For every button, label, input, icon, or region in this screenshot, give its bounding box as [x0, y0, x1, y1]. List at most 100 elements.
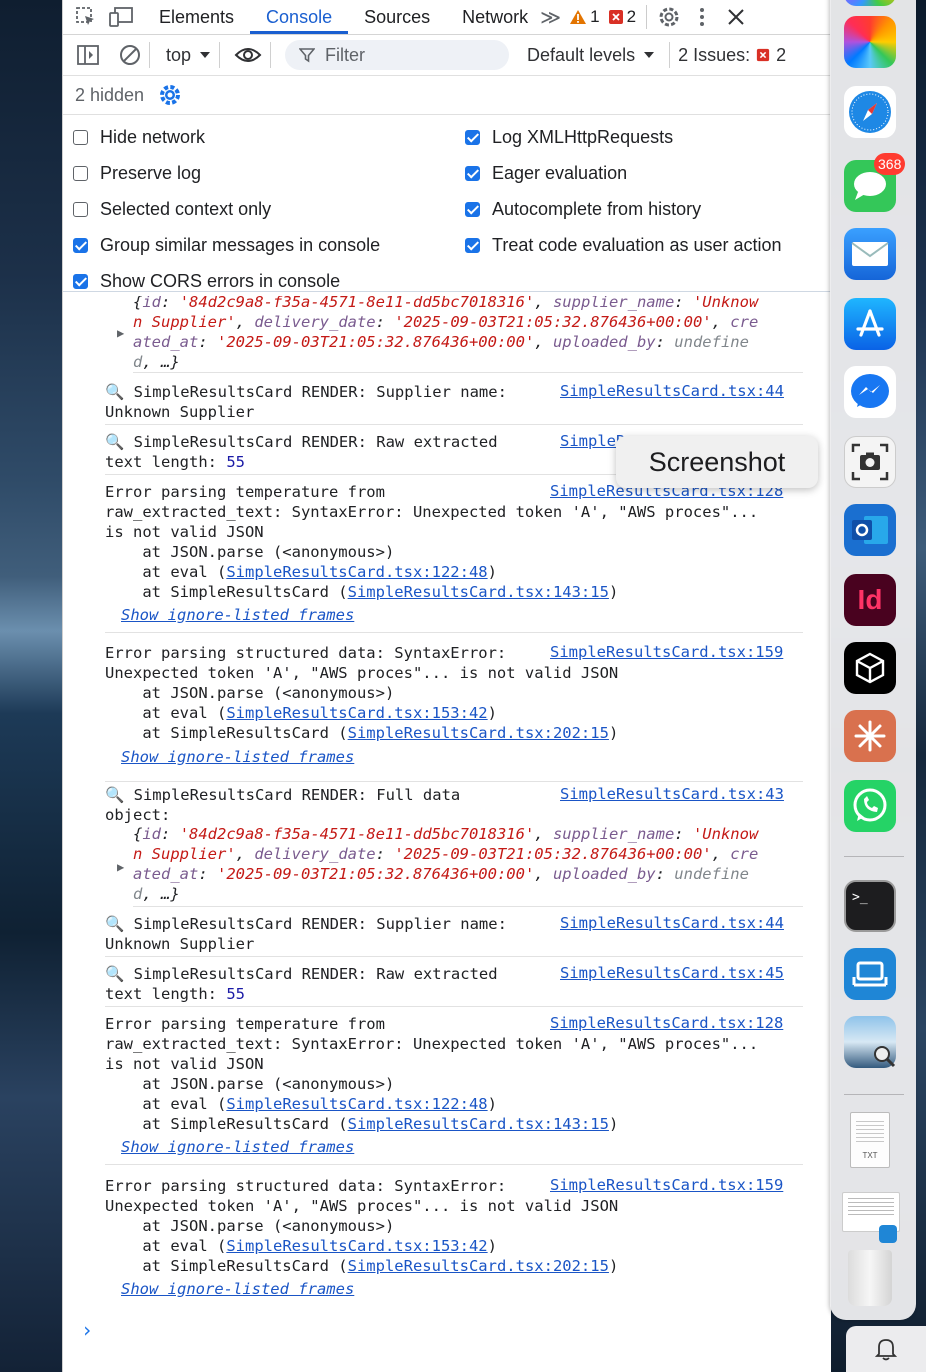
photos-app-icon[interactable]: [844, 16, 896, 68]
notification-bell-icon[interactable]: [846, 1326, 926, 1372]
app-store-icon[interactable]: [844, 298, 896, 350]
source-link[interactable]: SimpleResultsCard.tsx:43: [560, 785, 784, 803]
screenshot-file-icon[interactable]: [842, 1192, 900, 1243]
error-icon: [757, 48, 770, 62]
checkbox[interactable]: [465, 129, 480, 145]
messenger-app-icon[interactable]: [844, 366, 896, 418]
expand-arrow-icon[interactable]: ▶: [117, 860, 124, 874]
source-link[interactable]: SimpleResultsCard.tsx:159: [550, 1176, 783, 1194]
setting-selected-context-only[interactable]: Selected context only: [73, 191, 465, 227]
setting-label: Autocomplete from history: [492, 198, 702, 219]
outlook-app-icon[interactable]: [844, 504, 896, 556]
stack-link[interactable]: SimpleResultsCard.tsx:143:15: [348, 1115, 609, 1133]
setting-show-cors-errors[interactable]: Show CORS errors in console: [73, 263, 465, 299]
source-link[interactable]: SimpleResultsCard.tsx:159: [550, 643, 783, 661]
stack-link[interactable]: SimpleResultsCard.tsx:202:15: [348, 1257, 609, 1275]
tab-network[interactable]: Network: [446, 0, 544, 34]
show-ignore-listed-frames-link[interactable]: Show ignore-listed frames: [121, 1138, 354, 1156]
setting-treat-code-evaluation[interactable]: Treat code evaluation as user action: [465, 227, 835, 263]
file-type-label: TXT: [862, 1151, 878, 1160]
checkbox[interactable]: [465, 201, 480, 217]
checkbox[interactable]: [73, 165, 88, 181]
inspect-element-icon[interactable]: [73, 4, 99, 30]
checkbox[interactable]: [73, 273, 88, 289]
checkbox[interactable]: [73, 237, 88, 253]
terminal-app-icon[interactable]: >_: [844, 880, 896, 932]
source-link[interactable]: SimpleResultsCard.tsx:44: [560, 914, 784, 932]
text-file-icon[interactable]: TXT: [850, 1112, 890, 1168]
tooltip: Screenshot: [616, 436, 818, 488]
show-ignore-listed-frames-link[interactable]: Show ignore-listed frames: [121, 606, 354, 624]
console-prompt-chevron-icon[interactable]: ›: [81, 1318, 93, 1342]
setting-log-xmlhttprequests[interactable]: Log XMLHttpRequests: [465, 119, 835, 155]
more-tabs-button[interactable]: ≫: [540, 5, 561, 30]
expand-arrow-icon[interactable]: ▶: [117, 326, 124, 340]
stack-link[interactable]: SimpleResultsCard.tsx:153:42: [226, 704, 487, 722]
stack-link[interactable]: SimpleResultsCard.tsx:122:48: [226, 563, 487, 581]
console-toolbar: top Filter Default levels 2 Issues: 2: [63, 35, 831, 76]
stack-link[interactable]: SimpleResultsCard.tsx:143:15: [348, 583, 609, 601]
issues-button[interactable]: 2 Issues: 2: [678, 45, 786, 66]
stack-link[interactable]: SimpleResultsCard.tsx:153:42: [226, 1237, 487, 1255]
trash-icon[interactable]: [848, 1250, 892, 1306]
checkbox[interactable]: [73, 201, 88, 217]
remote-desktop-app-icon[interactable]: [844, 948, 896, 1000]
setting-label: Treat code evaluation as user action: [492, 234, 782, 255]
more-options-icon[interactable]: [699, 7, 705, 27]
error-icon: [608, 10, 623, 24]
log-levels-dropdown[interactable]: Default levels: [527, 45, 655, 66]
chevron-down-icon: [200, 52, 211, 58]
tab-console[interactable]: Console: [250, 0, 349, 34]
device-toolbar-icon[interactable]: [109, 4, 135, 30]
dock: 368 Id >_ TXT: [830, 0, 916, 1320]
setting-group-similar-messages[interactable]: Group similar messages in console: [73, 227, 465, 263]
filter-input[interactable]: Filter: [285, 40, 510, 70]
setting-label: Log XMLHttpRequests: [492, 126, 674, 147]
remote-desktop-badge-icon: [879, 1225, 897, 1243]
setting-eager-evaluation[interactable]: Eager evaluation: [465, 155, 835, 191]
filter-placeholder: Filter: [325, 44, 366, 65]
claude-app-icon[interactable]: [844, 710, 896, 762]
log-object[interactable]: {id: '84d2c9a8-f35a-4571-8e11-dd5bc70183…: [133, 824, 803, 907]
divider: [270, 42, 272, 68]
checkbox[interactable]: [465, 165, 480, 181]
mail-app-icon[interactable]: [844, 228, 896, 280]
checkbox[interactable]: [465, 237, 480, 253]
console-settings-gear-icon[interactable]: [158, 83, 182, 107]
setting-label: Group similar messages in console: [100, 234, 381, 255]
log-object[interactable]: {id: '84d2c9a8-f35a-4571-8e11-dd5bc70183…: [133, 296, 803, 373]
stack-link[interactable]: SimpleResultsCard.tsx:202:15: [348, 724, 609, 742]
warnings-count: 1: [590, 7, 600, 26]
preview-app-icon[interactable]: [844, 1016, 896, 1068]
setting-preserve-log[interactable]: Preserve log: [73, 155, 465, 191]
source-link[interactable]: SimpleResultsCard.tsx:128: [550, 1014, 783, 1032]
checkbox[interactable]: [73, 129, 88, 145]
cube-app-icon[interactable]: [844, 642, 896, 694]
close-devtools-icon[interactable]: [727, 8, 745, 26]
screenshot-app-icon[interactable]: [844, 436, 896, 488]
app-icon-top[interactable]: [844, 0, 896, 6]
errors-counter[interactable]: 2: [608, 7, 636, 27]
show-ignore-listed-frames-link[interactable]: Show ignore-listed frames: [121, 748, 354, 766]
clear-console-icon[interactable]: [119, 44, 141, 66]
setting-hide-network[interactable]: Hide network: [73, 119, 465, 155]
sidebar-toggle-icon[interactable]: [77, 45, 99, 65]
safari-app-icon[interactable]: [844, 86, 896, 138]
show-ignore-listed-frames-link[interactable]: Show ignore-listed frames: [121, 1280, 354, 1298]
setting-autocomplete-from-history[interactable]: Autocomplete from history: [465, 191, 835, 227]
live-expression-eye-icon[interactable]: [234, 46, 262, 64]
indesign-app-icon[interactable]: Id: [844, 574, 896, 626]
tab-elements[interactable]: Elements: [143, 0, 250, 34]
source-link[interactable]: SimpleResultsCard.tsx:45: [560, 964, 784, 982]
divider: [149, 42, 150, 68]
settings-gear-icon[interactable]: [657, 5, 681, 29]
console-settings-panel: Hide network Log XMLHttpRequests Preserv…: [63, 115, 831, 292]
warnings-counter[interactable]: 1: [569, 7, 600, 27]
setting-label: Hide network: [100, 126, 206, 147]
tab-sources[interactable]: Sources: [348, 0, 446, 34]
whatsapp-app-icon[interactable]: [844, 780, 896, 832]
source-link[interactable]: SimpleResultsCard.tsx:44: [560, 382, 784, 400]
stack-link[interactable]: SimpleResultsCard.tsx:122:48: [226, 1095, 487, 1113]
dock-divider: [844, 856, 904, 857]
context-selector[interactable]: top: [166, 45, 211, 66]
